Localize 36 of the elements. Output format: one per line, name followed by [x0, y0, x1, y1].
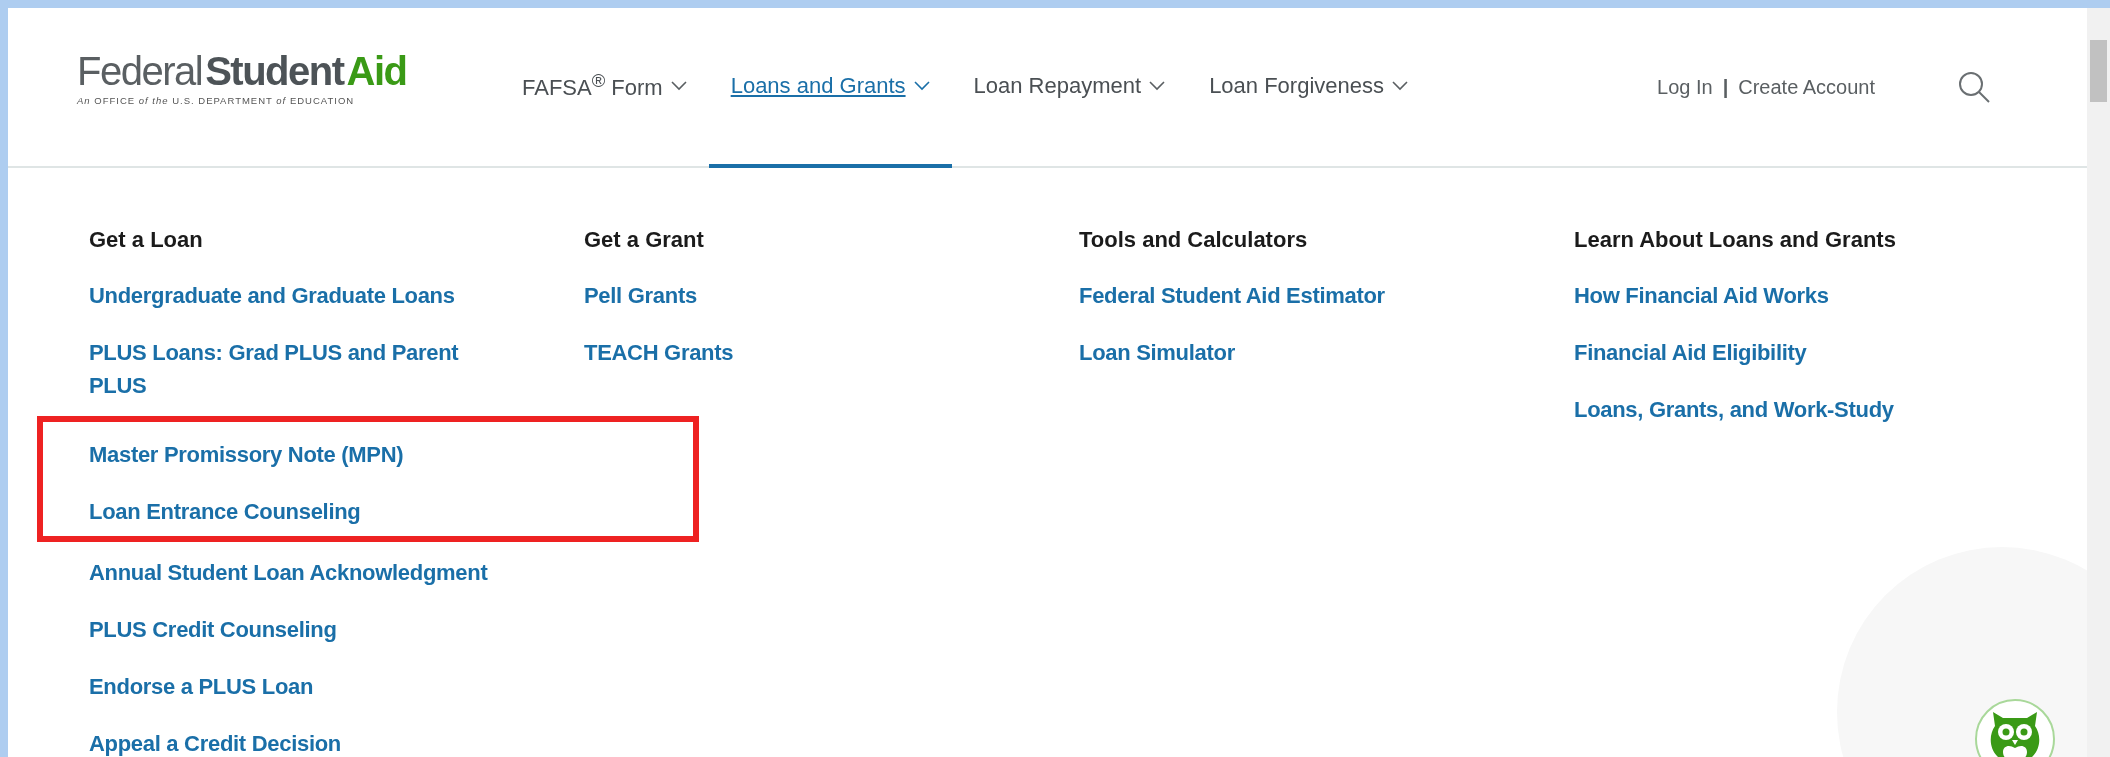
menu-link[interactable]: Pell Grants	[584, 279, 697, 312]
chevron-icon	[1392, 81, 1408, 91]
menu-link[interactable]: Annual Student Loan Acknowledgment	[89, 556, 488, 589]
create-account-link[interactable]: Create Account	[1738, 75, 1875, 99]
menu-link[interactable]: Endorse a PLUS Loan	[89, 670, 314, 703]
chevron-icon	[670, 81, 687, 91]
menu-link[interactable]: PLUS Loans: Grad PLUS and Parent PLUS	[89, 336, 489, 402]
menu-link[interactable]: Loan Entrance Counseling	[89, 495, 361, 528]
logo-word: Federal	[77, 50, 203, 91]
column-heading: Learn About Loans and Grants	[1574, 226, 1896, 253]
menu-link[interactable]: Undergraduate and Graduate Loans	[89, 279, 455, 312]
separator: |	[1722, 75, 1729, 99]
menu-link[interactable]: How Financial Aid Works	[1574, 279, 1829, 312]
login-link[interactable]: Log In	[1657, 75, 1713, 99]
column-heading: Get a Grant	[584, 226, 704, 253]
menu-link[interactable]: Appeal a Credit Decision	[89, 727, 341, 757]
menu-link[interactable]: Loans, Grants, and Work-Study	[1574, 393, 1894, 426]
nav-tab[interactable]: Loans and Grants	[708, 8, 952, 168]
menu-link[interactable]: Federal Student Aid Estimator	[1079, 279, 1385, 312]
menu-link[interactable]: Loan Simulator	[1079, 336, 1235, 369]
nav-tab[interactable]: Loan Repayment	[951, 8, 1188, 168]
logo-subtitle: An OFFICE of the U.S. DEPARTMENT of EDUCATION	[77, 94, 356, 106]
column-heading: Tools and Calculators	[1079, 226, 1308, 253]
chevron-icon	[1149, 81, 1166, 91]
menu-link[interactable]: Master Promissory Note (MPN)	[89, 438, 404, 471]
logo-word: Aid	[346, 50, 407, 91]
nav-tab[interactable]: FAFSA$^{®}$ Form	[500, 8, 709, 168]
nav-tab[interactable]: Loan Forgiveness	[1187, 8, 1430, 168]
menu-link[interactable]: PLUS Credit Counseling	[89, 613, 337, 646]
scrollbar[interactable]	[2087, 8, 2110, 757]
chevron-icon	[913, 81, 930, 91]
search-icon[interactable]	[1957, 70, 1991, 104]
menu-link[interactable]: TEACH Grants	[584, 336, 734, 369]
menu-link[interactable]: Financial Aid Eligibility	[1574, 336, 1807, 369]
logo-word: Student	[205, 50, 344, 91]
column-heading: Get a Loan	[89, 226, 203, 253]
